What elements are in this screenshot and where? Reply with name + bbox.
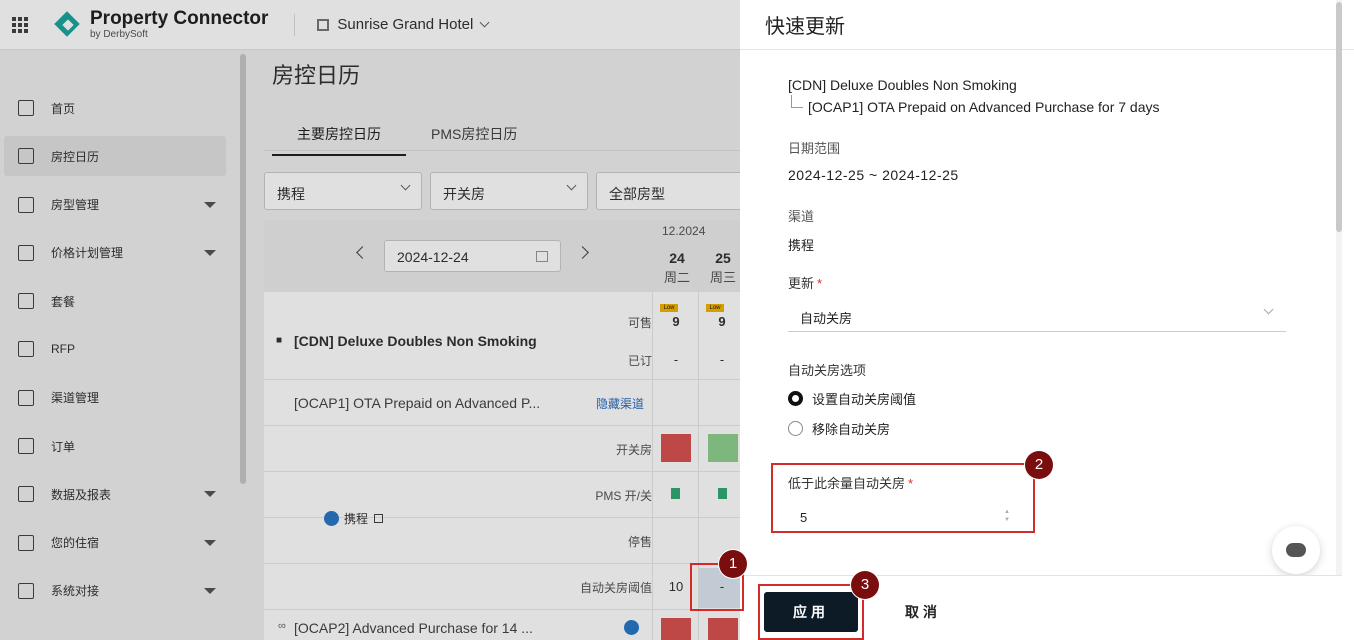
radio-label: 移除自动关房 — [812, 422, 891, 437]
radio-selected-icon — [788, 391, 803, 406]
radio-unselected-icon — [788, 421, 803, 436]
required-mark: * — [817, 276, 823, 291]
quick-update-drawer: 快速更新 [CDN] Deluxe Doubles Non Smoking [O… — [740, 0, 1354, 640]
chat-button[interactable] — [1272, 526, 1320, 574]
chevron-down-icon — [1263, 304, 1274, 315]
date-range-value: 2024-12-25 ~ 2024-12-25 — [788, 167, 959, 183]
drawer-rate-plan: [OCAP1] OTA Prepaid on Advanced Purchase… — [808, 99, 1160, 115]
chat-bubble-icon — [1286, 543, 1306, 557]
channel-label: 渠道 — [788, 209, 815, 224]
channel-value: 携程 — [788, 238, 815, 253]
step-marker-2: 2 — [1025, 451, 1053, 479]
date-range-label: 日期范围 — [788, 141, 841, 156]
cancel-button[interactable]: 取消 — [888, 592, 958, 632]
radio-remove-auto-close[interactable]: 移除自动关房 — [788, 419, 890, 438]
highlight-box-apply — [758, 584, 864, 640]
modal-backdrop[interactable] — [0, 0, 740, 640]
radio-set-threshold[interactable]: 设置自动关房阈值 — [788, 389, 916, 408]
step-marker-1: 1 — [719, 550, 747, 578]
update-label: 更新 * — [788, 273, 822, 292]
step-marker-3: 3 — [851, 571, 879, 599]
highlight-box-threshold — [771, 463, 1035, 533]
drawer-title: 快速更新 — [740, 0, 1354, 50]
update-type-value: 自动关房 — [800, 311, 853, 326]
update-label-text: 更新 — [788, 276, 815, 291]
drawer-room-name: [CDN] Deluxe Doubles Non Smoking — [788, 77, 1017, 93]
auto-close-options-label: 自动关房选项 — [788, 363, 867, 378]
tree-connector-icon — [791, 95, 803, 108]
radio-label: 设置自动关房阈值 — [812, 392, 917, 407]
update-type-select[interactable]: 自动关房 — [788, 298, 1286, 332]
drawer-scrollbar[interactable] — [1336, 0, 1342, 575]
